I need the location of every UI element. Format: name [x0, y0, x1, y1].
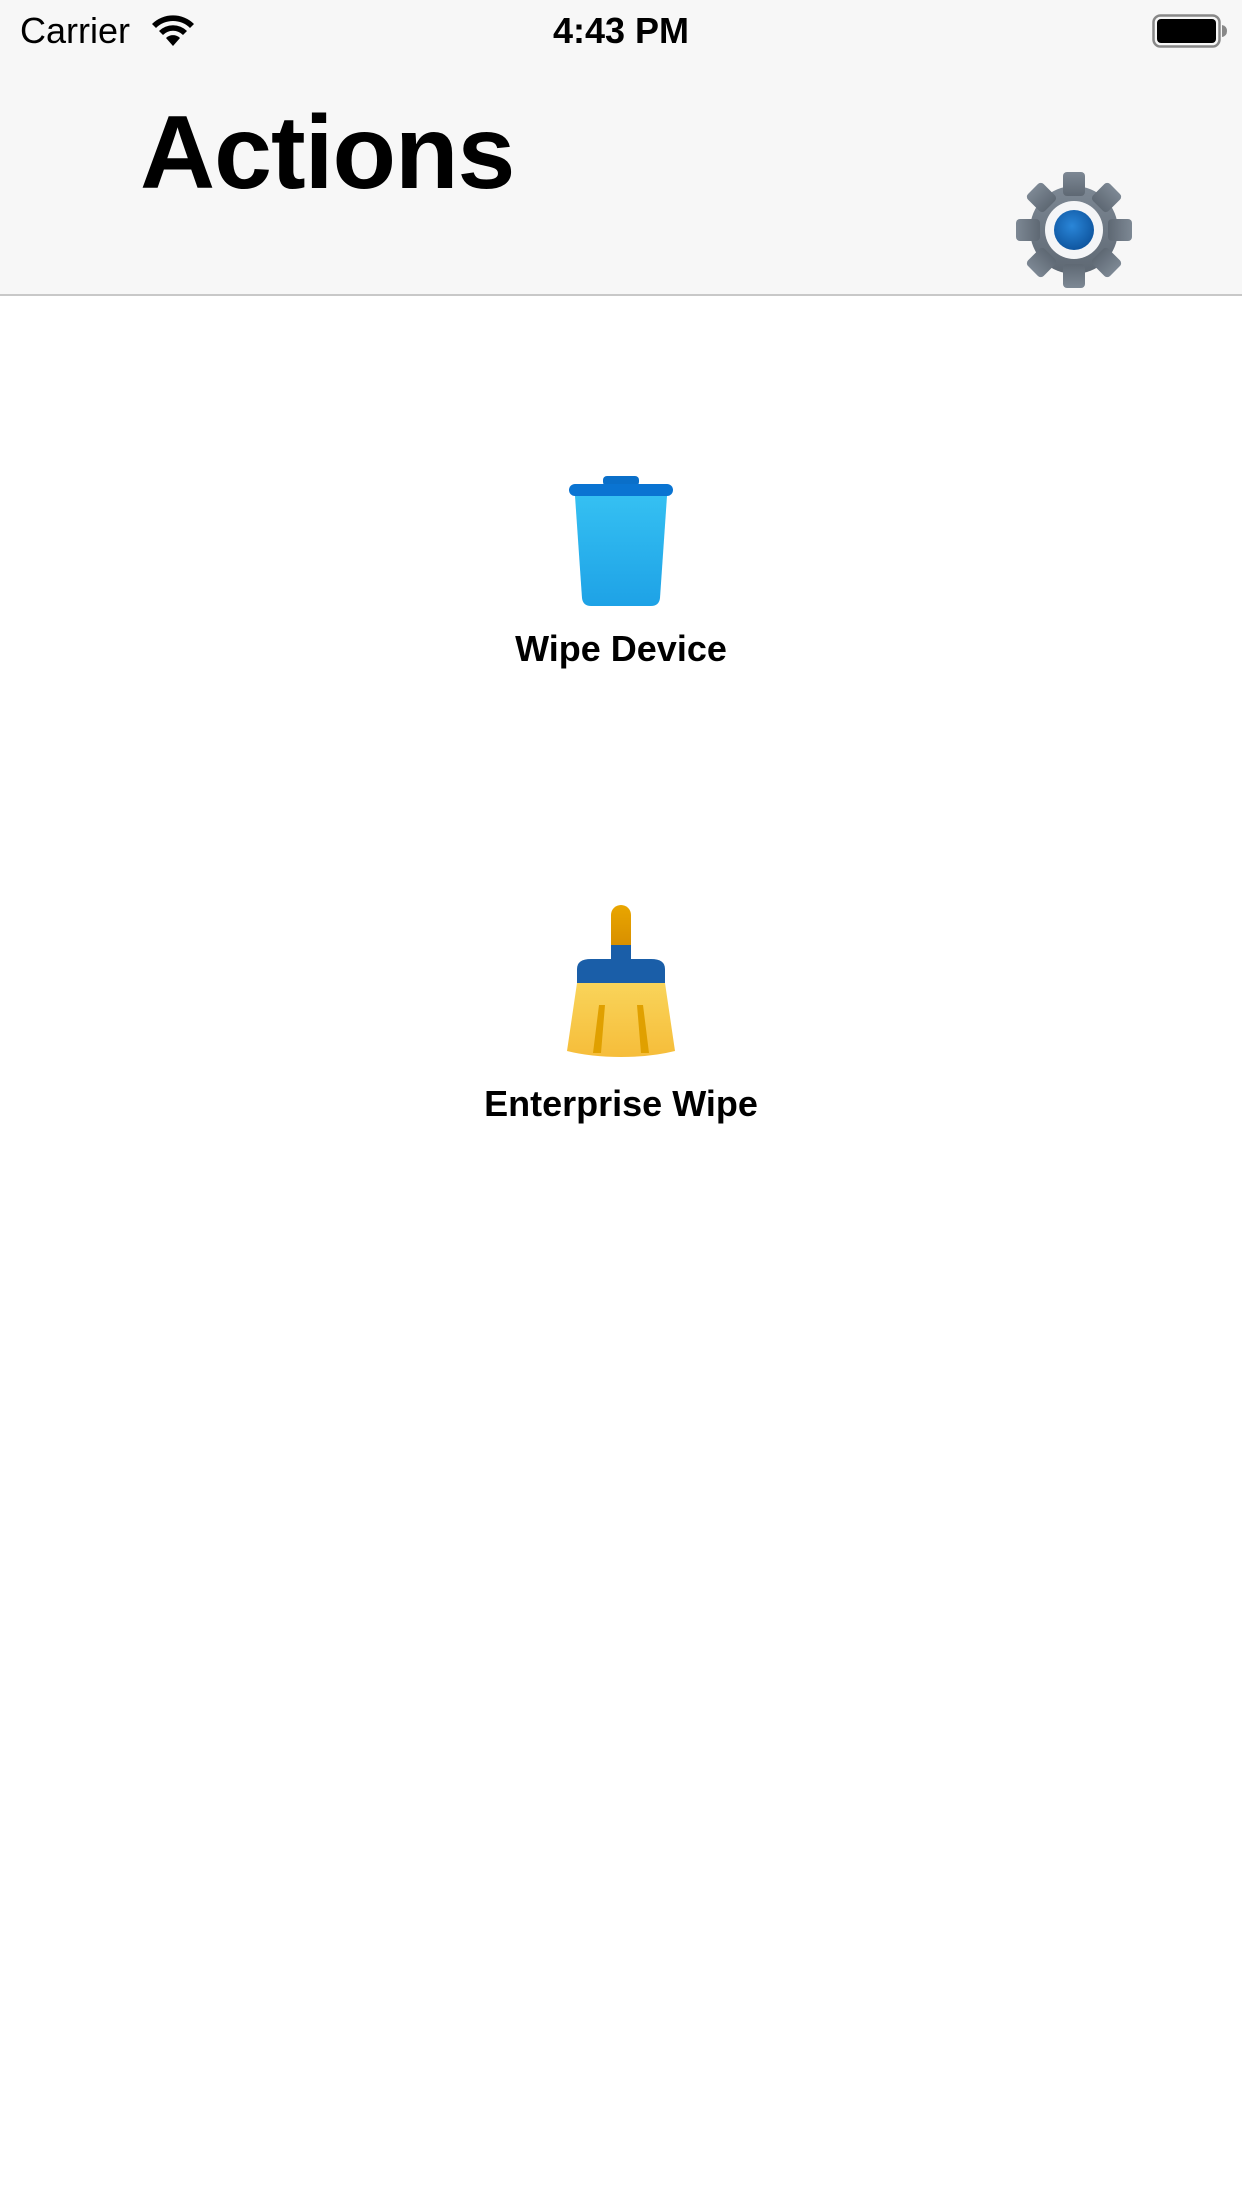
- wipe-device-button[interactable]: Wipe Device: [371, 470, 871, 710]
- enterprise-wipe-label: Enterprise Wipe: [484, 1083, 758, 1124]
- broom-icon: [567, 905, 675, 1057]
- actions-screen: Carrier 4:43 PM Actions Wipe Device Ente…: [0, 0, 1242, 2208]
- battery-icon: [1152, 14, 1227, 48]
- trash-can-icon: [569, 476, 673, 606]
- settings-button[interactable]: [1014, 170, 1134, 290]
- gear-icon: [1016, 172, 1132, 288]
- status-time: 4:43 PM: [552, 10, 690, 51]
- page-title: Actions: [140, 95, 515, 211]
- wipe-device-label: Wipe Device: [515, 628, 727, 669]
- status-bar: Carrier 4:43 PM: [0, 0, 1242, 62]
- enterprise-wipe-button[interactable]: Enterprise Wipe: [371, 905, 871, 1165]
